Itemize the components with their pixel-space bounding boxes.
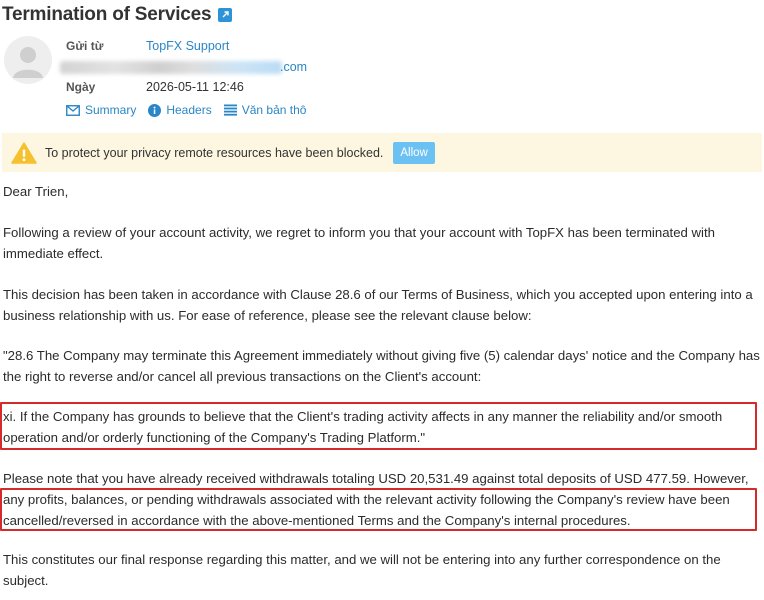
paragraph-withdrawals-line1: Please note that you have already receiv…	[3, 471, 749, 486]
subject-row: Termination of Services	[2, 4, 233, 26]
paragraph-termination: Following a review of your account activ…	[3, 225, 715, 261]
remote-resources-notice: To protect your privacy remote resources…	[2, 133, 762, 172]
tab-summary-label: Summary	[85, 103, 137, 117]
tab-headers[interactable]: Headers	[148, 103, 212, 117]
warning-icon	[11, 141, 37, 164]
lines-icon	[223, 104, 237, 116]
paragraph-withdrawals-rest: any profits, balances, or pending withdr…	[3, 492, 730, 528]
tab-summary[interactable]: Summary	[66, 103, 136, 117]
date-value: 2026-05-11 12:46	[146, 80, 244, 94]
redacted-address	[60, 61, 282, 74]
sender-address-suffix[interactable]: .com	[280, 60, 307, 74]
greeting: Dear Trien,	[3, 184, 69, 199]
info-icon	[148, 103, 162, 117]
envelope-icon	[66, 104, 80, 116]
user-silhouette-icon	[13, 47, 43, 78]
tab-raw-text[interactable]: Văn bản thô	[223, 103, 307, 117]
paragraph-clause-xi: xi. If the Company has grounds to believ…	[3, 409, 723, 445]
external-link-icon[interactable]	[218, 8, 233, 22]
email-subject: Termination of Services	[2, 4, 212, 25]
avatar	[4, 36, 52, 84]
from-label: Gửi từ	[66, 39, 104, 53]
sender-name[interactable]: TopFX Support	[146, 39, 229, 53]
notice-text: To protect your privacy remote resources…	[45, 145, 384, 160]
view-tabs: Summary Headers Văn bản thô	[66, 103, 306, 117]
paragraph-final-response: This constitutes our final response rega…	[3, 552, 721, 588]
tab-raw-text-label: Văn bản thô	[241, 103, 307, 117]
date-label: Ngày	[66, 80, 96, 94]
paragraph-clause-28-6: "28.6 The Company may terminate this Agr…	[3, 348, 760, 384]
allow-button[interactable]: Allow	[393, 141, 435, 164]
paragraph-clause-reference: This decision has been taken in accordan…	[3, 287, 753, 323]
tab-headers-label: Headers	[166, 103, 212, 117]
